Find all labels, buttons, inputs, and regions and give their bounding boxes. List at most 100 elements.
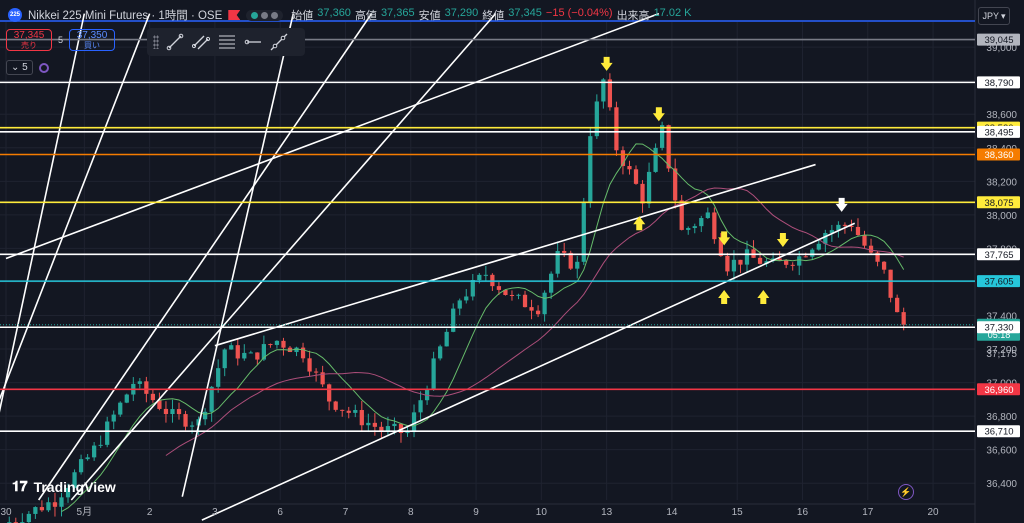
horizontal-ray-icon[interactable] [243,32,263,52]
candle-body [464,296,469,301]
buy-button[interactable]: 37,350 買い [69,29,116,51]
candle-body [216,368,221,387]
candle-body [307,358,312,372]
candle-body [607,79,613,108]
candle-body [202,411,208,420]
parallel-channel-icon[interactable] [191,32,211,52]
candle-body [405,432,410,434]
candle-body [52,502,58,507]
status-dot-icon [251,11,259,19]
candle-body [627,166,632,170]
candle-body [124,394,129,403]
x-tick-label: 5月 [77,506,93,518]
candle-body [268,344,273,346]
extended-line-icon[interactable] [269,32,289,52]
status-dot-icon [261,11,269,19]
candle-body [451,308,456,332]
x-tick-label: 3 [212,507,218,518]
candle-body [509,295,515,297]
sell-price: 37,345 [13,30,45,41]
candle-body [333,401,338,410]
flag-icon[interactable] [228,10,241,20]
candle-body [470,280,475,297]
symbol-logo[interactable]: 225 [8,8,22,22]
candle-body [868,245,874,253]
sell-button[interactable]: 37,345 売り [6,29,52,51]
candle-body [862,235,867,246]
symbol-title[interactable]: Nikkei 225 Mini Futures · 1時間 · OSE [28,7,222,23]
x-tick-label: 10 [536,507,548,518]
price-level-label: 39,045 [984,35,1013,46]
indicator-row: ⌄ 5 [6,60,49,75]
candle-body [855,226,861,236]
candle-body [810,249,815,257]
candle-body [816,243,821,250]
candle-body [483,274,488,276]
symbol-header: 225 Nikkei 225 Mini Futures · 1時間 · OSE … [0,0,975,30]
currency-selector[interactable]: JPY ▾ [978,7,1010,25]
buy-price: 37,350 [76,30,108,41]
candle-body [888,269,893,298]
price-level-label: 38,075 [984,198,1013,209]
candle-body [444,331,449,347]
candle-body [39,507,45,511]
indicator-toggle[interactable]: ⌄ 5 [6,60,33,75]
candle-body [353,410,358,413]
chevron-down-icon: ▾ [1000,10,1006,21]
y-tick-label: 38,000 [986,211,1017,222]
candle-body [790,264,795,266]
candle-body [385,426,391,431]
candle-body [640,183,645,204]
quantity-value[interactable]: 5 [58,35,63,45]
candle-body [744,249,750,265]
candle-body [575,261,580,269]
candle-body [222,349,227,369]
candle-body [392,423,397,427]
candle-body [535,310,541,315]
candle-body [842,224,848,226]
price-level-label: 36,710 [984,427,1013,438]
candle-body [562,250,567,253]
candle-body [784,260,789,265]
indicator-label: 5 [22,62,28,73]
candle-body [242,352,247,359]
price-chart[interactable]: 36,40036,60036,80037,00037,20037,40037,6… [0,0,1024,523]
x-tick-label: 20 [927,507,939,518]
candle-body [92,445,97,458]
candle-body [281,340,286,348]
candle-body [823,232,828,244]
candle-body [229,345,234,350]
x-tick-label: 6 [277,507,283,518]
candle-body [418,400,423,413]
candle-body [803,256,808,258]
candle-body [183,414,188,427]
chevron-down-icon: ⌄ [11,62,20,73]
candle-body [85,457,90,460]
x-tick-label: 13 [601,507,613,518]
drawing-toolbar [147,28,305,56]
candle-body [895,297,900,313]
fib-levels-icon[interactable] [217,32,237,52]
indicator-status-icon[interactable] [38,62,49,73]
sell-label: 売り [21,41,37,50]
x-tick-label: 16 [797,507,809,518]
lightning-icon[interactable]: ⚡ [898,484,914,500]
tradingview-logo-icon: 𝟏𝟕 [12,478,28,494]
market-status[interactable] [246,9,284,21]
candle-body [673,168,678,201]
candle-body [477,274,482,281]
candle-body [457,300,462,309]
candle-body [313,371,319,373]
y-tick-label: 36,400 [986,479,1017,490]
candle-body [699,218,704,227]
drag-handle-icon[interactable] [153,35,159,49]
candle-body [26,513,31,523]
candle-body [686,228,691,230]
candle-body [731,259,737,272]
trend-line-icon[interactable] [165,32,185,52]
candle-body [757,257,763,264]
tradingview-watermark[interactable]: 𝟏𝟕 TradingView [12,478,116,495]
candle-body [496,286,502,290]
watermark-label: TradingView [33,478,116,495]
candle-body [137,381,142,384]
